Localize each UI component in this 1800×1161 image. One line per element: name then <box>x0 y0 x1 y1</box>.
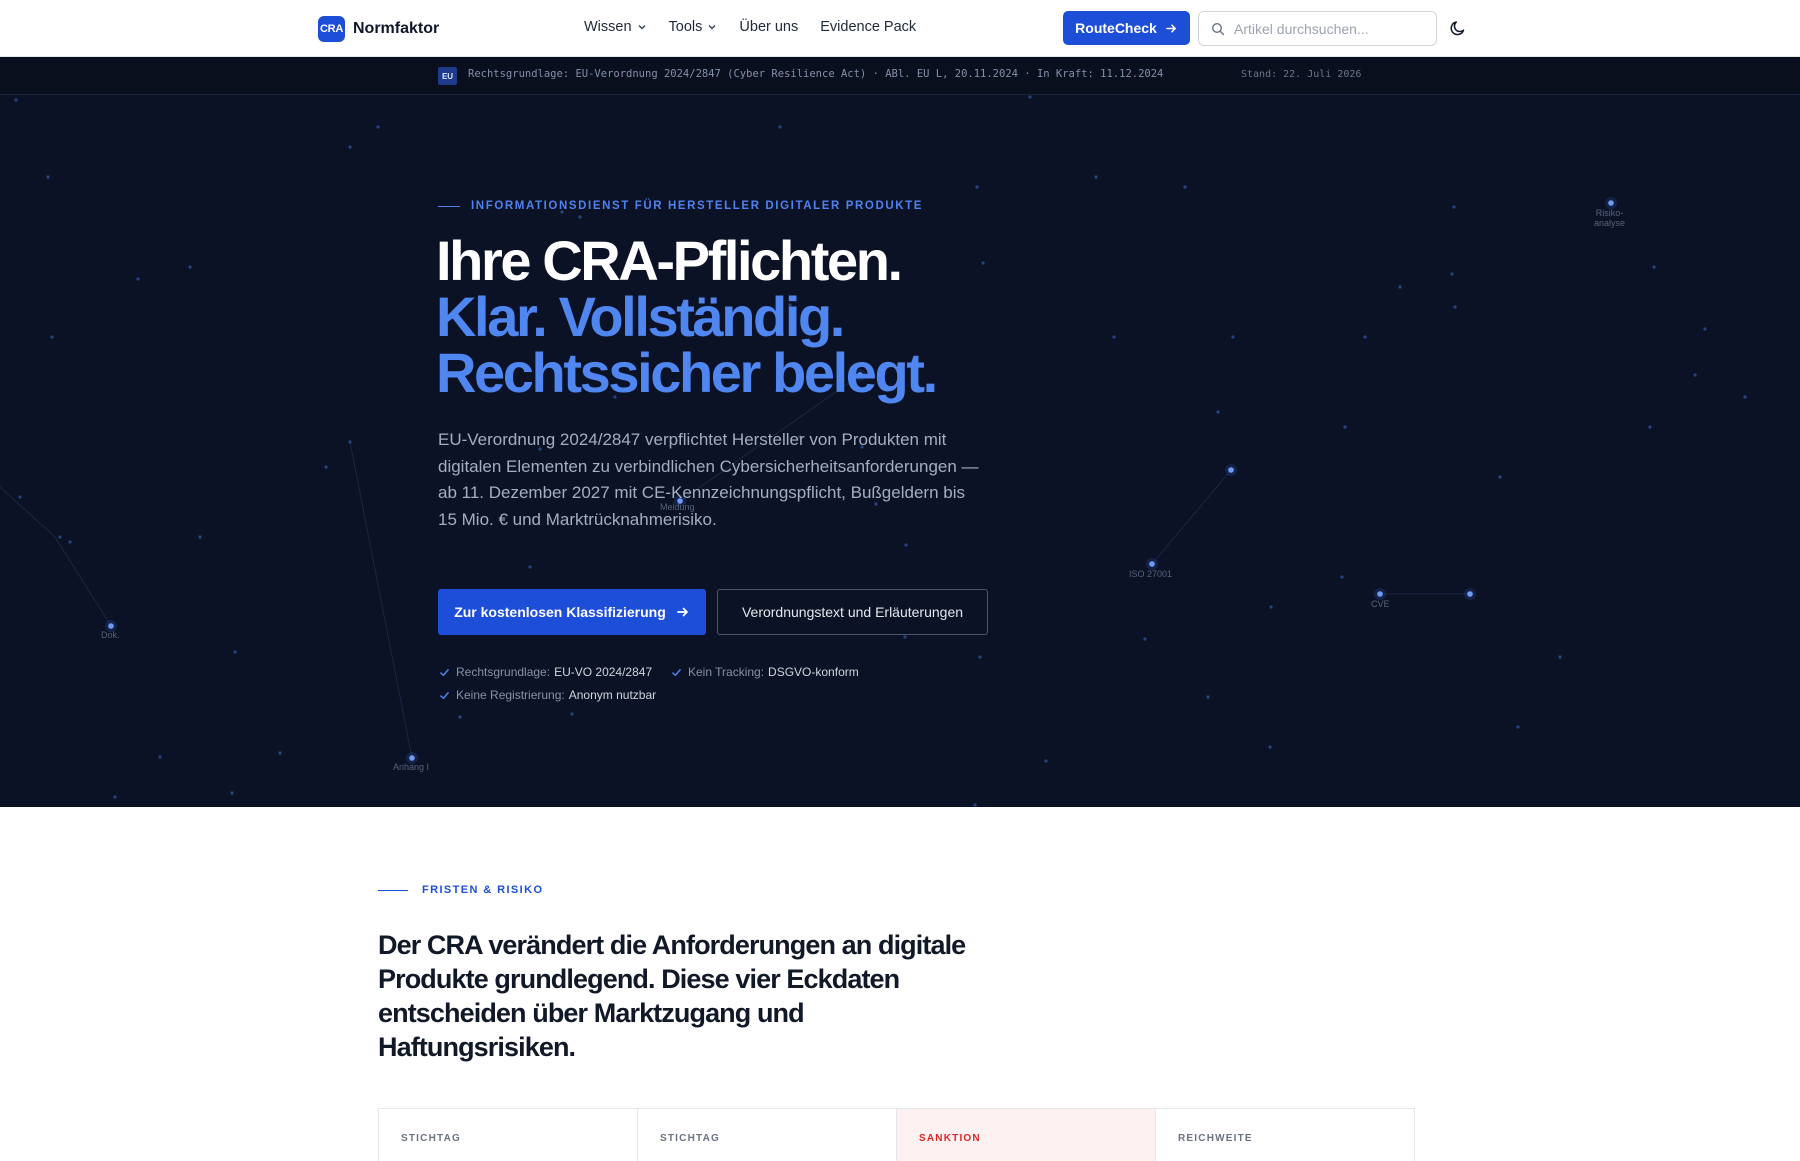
headline-line-3: Rechtssicher belegt. <box>436 341 938 404</box>
section-title: Der CRA verändert die Anforderungen an d… <box>378 930 966 1062</box>
brand-name: Normfaktor <box>353 20 440 37</box>
stand-date: Stand: 22. Juli 2026 <box>1241 69 1362 80</box>
trust-value: DSGVO-konform <box>768 665 859 679</box>
card-label: REICHWEITE <box>1178 1133 1253 1144</box>
node-label-anhang: Anhang I <box>393 762 430 772</box>
hero-headline: Ihre CRA-Pflichten. Klar. Vollständig. R… <box>436 229 938 404</box>
node-label-risikoanalyse: Risiko- analyse <box>1594 208 1625 228</box>
legal-basis-strip: EU Rechtsgrundlage: EU-Verordnung 2024/2… <box>0 57 1800 95</box>
main-menu: Wissen Tools Über uns Evidence Pack <box>584 19 938 35</box>
hero-eyebrow: INFORMATIONSDIENST FÜR HERSTELLER DIGITA… <box>438 200 923 212</box>
trust-item-registration: Keine Registrierung: Anonym nutzbar <box>439 688 656 702</box>
card-label: STICHTAG <box>401 1133 461 1144</box>
nav-item-label: Evidence Pack <box>820 19 917 35</box>
key-facts-cards: STICHTAG STICHTAG SANKTION REICHWEITE <box>378 1108 1415 1161</box>
fact-card-sanction: SANKTION <box>897 1109 1156 1161</box>
trust-item-legal: Rechtsgrundlage: EU-VO 2024/2847 <box>439 665 652 679</box>
nav-item-tools[interactable]: Tools <box>669 19 718 35</box>
eyebrow-text: INFORMATIONSDIENST FÜR HERSTELLER DIGITA… <box>471 200 924 212</box>
node-label-cve: CVE <box>1371 599 1390 609</box>
classification-label: Zur kostenlosen Klassifizierung <box>454 604 666 620</box>
nav-item-label: Tools <box>668 19 703 35</box>
brand-badge: CRA <box>318 16 345 42</box>
eyebrow-text: FRISTEN & RISIKO <box>422 884 544 896</box>
trust-value: Anonym nutzbar <box>568 688 657 702</box>
regulation-text-button[interactable]: Verordnungstext und Erläuterungen <box>717 589 988 635</box>
trust-value: EU-VO 2024/2847 <box>554 665 653 679</box>
regulation-text-label: Verordnungstext und Erläuterungen <box>741 604 964 620</box>
nav-item-wissen[interactable]: Wissen <box>584 19 647 35</box>
top-navigation: CRA Normfaktor Wissen Tools Über uns Evi… <box>0 0 1800 57</box>
brand-logo[interactable]: CRA Normfaktor <box>318 16 439 42</box>
classification-button[interactable]: Zur kostenlosen Klassifizierung <box>438 589 706 635</box>
fact-card-deadline-1: STICHTAG <box>379 1109 638 1161</box>
search-icon <box>1211 22 1225 35</box>
arrow-right-icon <box>1165 23 1176 33</box>
headline-line-2: Klar. Vollständig. <box>436 285 845 348</box>
headline-line-1: Ihre CRA-Pflichten. <box>436 229 903 292</box>
card-label: SANKTION <box>919 1133 981 1144</box>
fact-card-scope: REICHWEITE <box>1156 1109 1414 1161</box>
eyebrow-rule <box>438 205 460 207</box>
search-box[interactable] <box>1198 11 1437 46</box>
chevron-down-icon <box>638 25 646 30</box>
eu-flag-icon: EU <box>438 67 457 85</box>
check-icon <box>672 668 681 676</box>
node-label-iso: ISO 27001 <box>1129 569 1173 579</box>
trust-label: Kein Tracking: <box>688 665 765 679</box>
nav-item-label: Wissen <box>584 19 632 35</box>
hero-section: EU Rechtsgrundlage: EU-Verordnung 2024/2… <box>0 57 1800 807</box>
card-label: STICHTAG <box>660 1133 720 1144</box>
nav-item-label: Über uns <box>739 19 799 35</box>
search-input[interactable] <box>1234 20 1424 37</box>
nav-item-ueber-uns[interactable]: Über uns <box>739 19 798 35</box>
node-label-line: analyse <box>1594 218 1626 228</box>
moon-icon[interactable] <box>1448 18 1468 38</box>
routecheck-button[interactable]: RouteCheck <box>1063 11 1190 45</box>
chevron-down-icon <box>708 25 716 30</box>
legal-basis-text: Rechtsgrundlage: EU-Verordnung 2024/2847… <box>468 68 1164 80</box>
trust-label: Rechtsgrundlage: <box>456 665 551 679</box>
node-label-dok: Dok. <box>101 630 120 640</box>
eyebrow-rule <box>378 889 408 891</box>
node-label-line: Risiko- <box>1595 208 1624 218</box>
check-icon <box>440 691 449 699</box>
check-icon <box>440 668 449 676</box>
section-eyebrow: FRISTEN & RISIKO <box>378 884 543 896</box>
trust-label: Keine Registrierung: <box>456 688 565 702</box>
nav-item-evidence-pack[interactable]: Evidence Pack <box>820 19 916 35</box>
hero-lead-text: EU-Verordnung 2024/2847 verpflichtet Her… <box>438 430 979 529</box>
fact-card-deadline-2: STICHTAG <box>638 1109 897 1161</box>
routecheck-label: RouteCheck <box>1075 20 1157 36</box>
arrow-right-icon <box>676 607 688 617</box>
trust-item-tracking: Kein Tracking: DSGVO-konform <box>671 665 859 679</box>
